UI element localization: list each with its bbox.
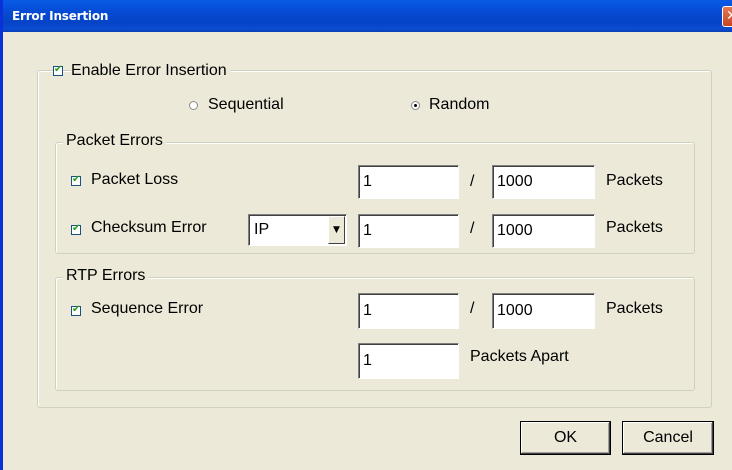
random-label[interactable]: Random — [429, 96, 489, 114]
checksum-denominator-input[interactable] — [492, 214, 595, 248]
packet-loss-numerator-input[interactable] — [358, 165, 459, 199]
enable-error-insertion-label[interactable]: Enable Error Insertion — [71, 62, 231, 80]
packet-loss-separator: / — [470, 173, 475, 190]
packets-apart-label: Packets Apart — [470, 348, 569, 365]
close-button[interactable]: ✕ — [722, 6, 732, 27]
checksum-error-checkbox[interactable]: ✔ — [71, 223, 81, 235]
packets-apart-input[interactable] — [358, 343, 459, 379]
packet-loss-unit: Packets — [606, 172, 663, 189]
enable-error-insertion-checkbox[interactable]: ✔ — [53, 64, 63, 76]
sequence-unit: Packets — [606, 300, 663, 317]
ok-button-label: OK — [553, 429, 578, 446]
checksum-protocol-value: IP — [254, 221, 270, 238]
sequence-separator: / — [470, 300, 475, 317]
checksum-protocol-select[interactable]: IP ▼ — [248, 214, 347, 246]
title-bar[interactable]: Error Insertion ✕ — [3, 0, 732, 32]
sequence-error-label[interactable]: Sequence Error — [91, 300, 203, 318]
check-icon: ✔ — [54, 64, 63, 75]
ok-button[interactable]: OK — [520, 421, 611, 455]
packet-loss-denominator-input[interactable] — [492, 165, 595, 199]
close-icon: ✕ — [726, 8, 732, 24]
sequence-numerator-input[interactable] — [358, 293, 459, 329]
checksum-separator: / — [470, 220, 475, 237]
rtp-errors-title: RTP Errors — [63, 267, 149, 285]
sequence-error-checkbox[interactable]: ✔ — [71, 304, 81, 316]
cancel-button[interactable]: Cancel — [622, 421, 714, 455]
sequential-radio[interactable] — [189, 101, 198, 110]
checksum-unit: Packets — [606, 219, 663, 236]
checksum-numerator-input[interactable] — [358, 214, 459, 248]
random-radio[interactable] — [411, 101, 420, 110]
cancel-button-label: Cancel — [643, 429, 693, 446]
packet-errors-title: Packet Errors — [63, 132, 166, 150]
packet-loss-label[interactable]: Packet Loss — [91, 171, 178, 189]
check-icon: ✔ — [72, 223, 81, 234]
check-icon: ✔ — [72, 174, 81, 185]
sequence-denominator-input[interactable] — [492, 293, 595, 329]
window-title: Error Insertion — [12, 9, 109, 23]
check-icon: ✔ — [72, 304, 81, 315]
chevron-down-icon[interactable]: ▼ — [328, 216, 345, 244]
packet-loss-checkbox[interactable]: ✔ — [71, 174, 81, 186]
checksum-error-label[interactable]: Checksum Error — [91, 219, 207, 237]
error-insertion-dialog: Error Insertion ✕ ✔ Enable Error Inserti… — [0, 0, 732, 470]
sequential-label[interactable]: Sequential — [208, 96, 284, 114]
